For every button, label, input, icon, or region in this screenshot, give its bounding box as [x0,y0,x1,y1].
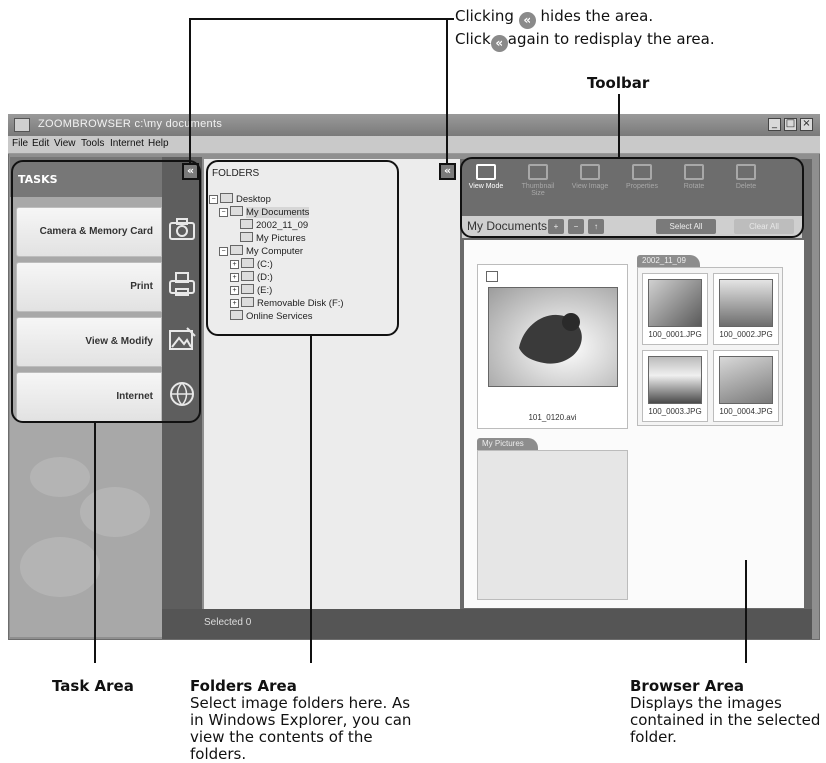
browser-area-desc: Displays the images contained in the sel… [630,694,821,746]
video-preview [488,287,618,387]
file-caption: 100_0003.JPG [648,407,702,416]
folders-area-title: Folders Area [190,677,297,695]
menu-view[interactable]: View [54,138,76,149]
status-bar: Selected 0 [162,609,812,639]
menu-help[interactable]: Help [148,138,169,149]
decor-shape [80,487,150,537]
menu-file[interactable]: File [12,138,28,149]
leader-line [446,18,454,20]
callout-text: again to redisplay the area. [507,30,715,48]
leader-line [618,94,620,157]
image-thumbnail[interactable]: 100_0002.JPG [713,273,779,345]
leader-line [189,18,191,165]
group-tab: 2002_11_09 [637,255,700,267]
file-caption: 100_0002.JPG [719,330,773,339]
minimize-icon[interactable]: _ [768,118,781,131]
callout-text: Clicking [455,7,514,25]
file-caption: 100_0004.JPG [719,407,773,416]
leader-line [310,336,312,663]
menu-internet[interactable]: Internet [110,138,144,149]
task-area-highlight [11,160,201,423]
menu-edit[interactable]: Edit [32,138,49,149]
task-area-title: Task Area [52,677,134,695]
browser-area-label: Browser Area Displays the images containe… [630,678,824,746]
group-2002-11-09: 100_0001.JPG 100_0002.JPG 100_0003.JPG 1… [637,267,783,426]
image-thumbnail[interactable]: 100_0003.JPG [642,350,708,422]
thumbnail-image [719,356,773,404]
decor-shape [30,457,90,497]
title-bar: ZOOMBROWSER c:\my documents _ □ × [8,114,820,136]
movie-icon [486,271,498,282]
thumbnail-image [719,279,773,327]
leader-line [745,560,747,663]
leader-line [189,18,446,20]
folders-area-highlight [206,160,399,336]
browser-area: 101_0120.avi 2002_11_09 100_0001.JPG 100… [464,240,804,608]
task-area-label: Task Area [52,678,134,695]
thumbnail-image [648,356,702,404]
group-tab: My Pictures [477,438,538,450]
folders-area-label: Folders Area Select image folders here. A… [190,678,425,763]
menu-bar: File Edit View Tools Internet Help [8,136,820,154]
leader-line [94,423,96,663]
collapse-chevron-icon: « [490,35,508,52]
leader-line [446,18,448,165]
image-thumbnail[interactable]: 100_0001.JPG [642,273,708,345]
video-thumbnail[interactable]: 101_0120.avi [477,264,628,429]
file-caption: 101_0120.avi [528,413,577,422]
selected-count: Selected 0 [204,617,252,628]
close-icon[interactable]: × [800,118,813,131]
decor-shape [20,537,100,597]
browser-area-title: Browser Area [630,677,745,695]
callout-text: hides the area. [540,7,654,25]
collapse-folders-button[interactable]: « [439,163,456,180]
maximize-icon[interactable]: □ [784,118,797,131]
group-my-pictures [477,450,628,600]
image-thumbnail[interactable]: 100_0004.JPG [713,350,779,422]
collapse-chevron-icon: « [518,12,536,29]
toolbar-highlight [460,157,804,238]
menu-tools[interactable]: Tools [81,138,104,149]
callout-text: Click [455,30,491,48]
app-icon [14,118,30,132]
toolbar-callout-label: Toolbar [587,74,650,92]
thumbnail-image [648,279,702,327]
file-caption: 100_0001.JPG [648,330,702,339]
collapse-callout: Clicking « hides the area. Click «again t… [455,6,715,52]
folders-area-desc: Select image folders here. As in Windows… [190,694,412,763]
window-title: ZOOMBROWSER c:\my documents [38,118,223,130]
